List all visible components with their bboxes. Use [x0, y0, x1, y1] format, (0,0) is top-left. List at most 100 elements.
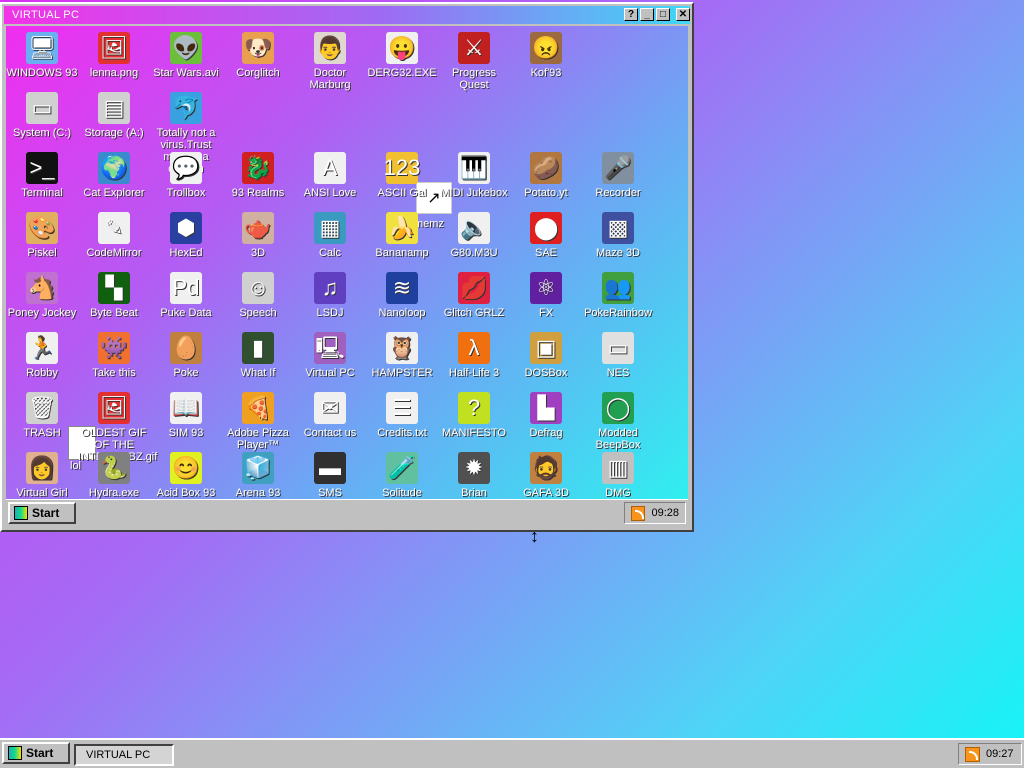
- desktop-icon[interactable]: 🫖 3D: [222, 212, 294, 259]
- desktop-icon[interactable]: A ANSI Love: [294, 152, 366, 199]
- virtual-pc-window[interactable]: VIRTUAL PC ? _ □ ✕ lol ↗ memz 🖥 WINDOWS 9…: [0, 2, 694, 532]
- desktop-icon-label: Star Wars.avi: [153, 67, 219, 79]
- desktop-icon-label: 3D: [250, 247, 266, 259]
- desktop-icon[interactable]: 🐶 Corglitch: [222, 32, 294, 79]
- desktop-icon[interactable]: ✎ CodeMirror: [78, 212, 150, 259]
- desktop-icon[interactable]: 🧔 GAFA 3D: [510, 452, 582, 499]
- desktop-icon[interactable]: ✹ Brian: [438, 452, 510, 499]
- desktop-icon[interactable]: 🦉 HAMPSTER: [366, 332, 438, 379]
- desktop-icon[interactable]: ☰ Credits.txt: [366, 392, 438, 439]
- desktop-icon[interactable]: 😊 Acid Box 93: [150, 452, 222, 499]
- desktop-icon-label: Speech: [239, 307, 277, 319]
- rss-icon[interactable]: [965, 746, 980, 762]
- desktop-icon[interactable]: 😛 DERG32.EXE: [366, 32, 438, 79]
- desktop-icon[interactable]: ▥ DMG: [582, 452, 654, 499]
- desktop-icon-label: Arena 93: [235, 487, 281, 499]
- desktop-icon[interactable]: 👥 PokeRainbow: [582, 272, 654, 319]
- desktop-icon-label: SMS: [318, 487, 342, 499]
- desktop-icon[interactable]: ▣ DOSBox: [510, 332, 582, 379]
- desktop-icon[interactable]: ▭ NES: [582, 332, 654, 379]
- app-icon: ⬤: [530, 212, 562, 244]
- desktop-icon[interactable]: 😠 Kof'93: [510, 32, 582, 79]
- desktop-icon[interactable]: 🌍 Cat Explorer: [78, 152, 150, 199]
- maximize-button[interactable]: □: [656, 8, 670, 21]
- inner-start-label: Start: [32, 506, 60, 520]
- desktop-icon[interactable]: 🍌 Bananamp: [366, 212, 438, 259]
- desktop-icon-label: Cat Explorer: [83, 187, 145, 199]
- desktop-icon[interactable]: ? MANIFESTO: [438, 392, 510, 439]
- desktop-icon[interactable]: 👾 Take this: [78, 332, 150, 379]
- desktop-icon[interactable]: 🍕 Adobe Pizza Player™: [222, 392, 294, 451]
- app-icon: 👨: [314, 32, 346, 64]
- inner-start-button[interactable]: Start: [8, 502, 76, 524]
- desktop-icon[interactable]: 🏃 Robby: [6, 332, 78, 379]
- app-icon: ▩: [602, 212, 634, 244]
- app-icon: 👽: [170, 32, 202, 64]
- desktop-icon[interactable]: ▭ System (C:): [6, 92, 78, 139]
- desktop-icon[interactable]: 123 ASCII Gal: [366, 152, 438, 199]
- window-titlebar[interactable]: VIRTUAL PC ? _ □ ✕: [4, 6, 690, 24]
- desktop-icon[interactable]: 🧊 Arena 93: [222, 452, 294, 499]
- desktop-icon[interactable]: 💋 Glitch GRLZ: [438, 272, 510, 319]
- desktop-icon-label: Recorder: [595, 187, 641, 199]
- desktop-icon[interactable]: ▮ What If: [222, 332, 294, 379]
- app-icon: 👾: [98, 332, 130, 364]
- desktop-icon[interactable]: 🎹 MIDI Jukebox: [438, 152, 510, 199]
- app-icon: 🐴: [26, 272, 58, 304]
- app-icon: ▙: [530, 392, 562, 424]
- desktop-icon[interactable]: 👩 Virtual Girl: [6, 452, 78, 499]
- help-button[interactable]: ?: [624, 8, 638, 21]
- desktop-icon[interactable]: 🔈 G80.M3U: [438, 212, 510, 259]
- desktop-icon-label: SIM 93: [168, 427, 204, 439]
- desktop-icon[interactable]: ▤ Storage (A:): [78, 92, 150, 139]
- desktop-icon[interactable]: 🎤 Recorder: [582, 152, 654, 199]
- taskbar-item-virtual-pc[interactable]: VIRTUAL PC: [74, 744, 174, 766]
- desktop-icon[interactable]: ▩ Maze 3D: [582, 212, 654, 259]
- desktop-icon[interactable]: ▦ Calc: [294, 212, 366, 259]
- desktop-icon-label: Virtual PC: [305, 367, 355, 379]
- desktop-icon[interactable]: 📖 SIM 93: [150, 392, 222, 439]
- desktop-icon[interactable]: 🖳 Virtual PC: [294, 332, 366, 379]
- desktop-icon[interactable]: ▚ Byte Beat: [78, 272, 150, 319]
- app-icon: 🫖: [242, 212, 274, 244]
- minimize-button[interactable]: _: [640, 8, 654, 21]
- desktop-icon[interactable]: 🧪 Solitude: [366, 452, 438, 499]
- desktop-icon[interactable]: ◯ Modded BeepBox: [582, 392, 654, 451]
- desktop-icon[interactable]: 🐍 Hydra.exe: [78, 452, 150, 499]
- desktop-icon[interactable]: 👽 Star Wars.avi: [150, 32, 222, 79]
- desktop-icon[interactable]: ⚛ FX: [510, 272, 582, 319]
- app-icon: 🎨: [26, 212, 58, 244]
- desktop-icon[interactable]: 🖼 lenna.png: [78, 32, 150, 79]
- close-button[interactable]: ✕: [676, 8, 690, 21]
- desktop-icon[interactable]: 🥚 Poke: [150, 332, 222, 379]
- desktop-icon[interactable]: Pd Puke Data: [150, 272, 222, 319]
- desktop-icon[interactable]: 🖥 WINDOWS 93: [6, 32, 78, 79]
- desktop-icon-label: Doctor Marburg: [309, 67, 351, 91]
- desktop-icon[interactable]: ⬢ HexEd: [150, 212, 222, 259]
- rss-icon[interactable]: [631, 505, 646, 521]
- desktop-icon[interactable]: ☺ Speech: [222, 272, 294, 319]
- app-icon: ?: [458, 392, 490, 424]
- desktop-icon-label: Solitude: [382, 487, 422, 499]
- desktop-icon[interactable]: ⚔ Progress Quest: [438, 32, 510, 91]
- desktop-icon[interactable]: ▙ Defrag: [510, 392, 582, 439]
- desktop-icon[interactable]: 🥔 Potato.yt: [510, 152, 582, 199]
- app-icon: A: [314, 152, 346, 184]
- desktop-icon[interactable]: 🎨 Piskel: [6, 212, 78, 259]
- inner-system-tray: 09:28: [624, 502, 686, 524]
- desktop-icon[interactable]: ▬ SMS: [294, 452, 366, 499]
- desktop-icon[interactable]: ≋ Nanoloop: [366, 272, 438, 319]
- desktop-icon[interactable]: ♫ LSDJ: [294, 272, 366, 319]
- desktop-icon[interactable]: ✉ Contact us: [294, 392, 366, 439]
- start-button[interactable]: Start: [2, 742, 70, 764]
- desktop-icon[interactable]: 🐴 Poney Jockey: [6, 272, 78, 319]
- desktop-icon[interactable]: ⬤ SAE: [510, 212, 582, 259]
- desktop-icon[interactable]: 💬 Trollbox: [150, 152, 222, 199]
- app-icon: 😊: [170, 452, 202, 484]
- desktop-icon[interactable]: 👨 Doctor Marburg: [294, 32, 366, 91]
- desktop-icon-label: Modded BeepBox: [595, 427, 641, 451]
- desktop-icon[interactable]: 🗑 TRASH: [6, 392, 78, 439]
- desktop-icon[interactable]: 🐉 93 Realms: [222, 152, 294, 199]
- desktop-icon[interactable]: >_ Terminal: [6, 152, 78, 199]
- desktop-icon[interactable]: λ Half-Life 3: [438, 332, 510, 379]
